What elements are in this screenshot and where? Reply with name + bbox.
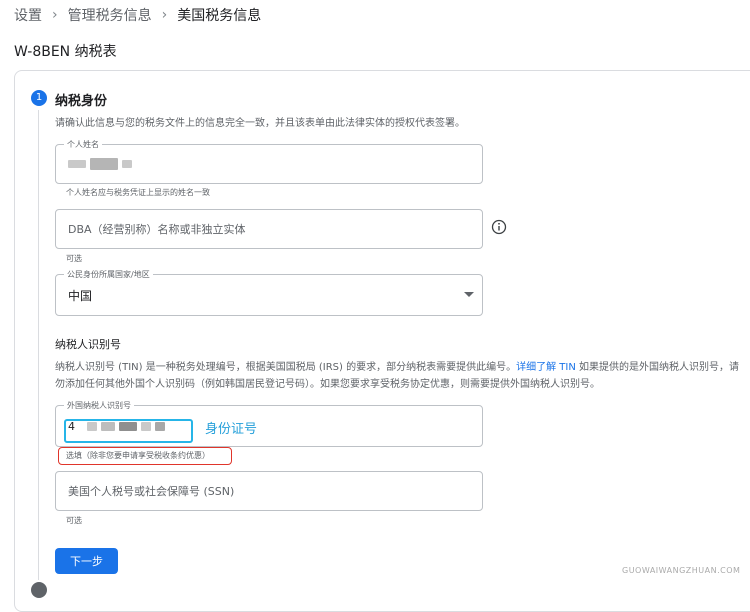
chevron-right-icon: › [52, 7, 58, 23]
page-title: W-8BEN 纳税表 [14, 44, 117, 60]
dba-field[interactable]: DBA（经营别称）名称或非独立实体 [55, 209, 483, 249]
step-number-badge: 1 [31, 90, 47, 106]
chevron-right-icon: › [161, 7, 168, 23]
watermark: GUOWAIWANGZHUAN.COM [622, 566, 741, 575]
id-number-annotation: 身份证号 [205, 422, 258, 437]
name-field[interactable]: 个人姓名 [55, 139, 483, 184]
breadcrumb: 设置 › 管理税务信息 › 美国税务信息 [14, 5, 261, 25]
dba-helper-text: 可选 [66, 254, 82, 263]
step-title: 纳税身份 [55, 94, 108, 109]
next-step-indicator [31, 582, 47, 598]
optional-note-highlight-box [58, 447, 232, 465]
breadcrumb-manage-tax-info[interactable]: 管理税务信息 [68, 5, 152, 25]
name-helper-text: 个人姓名应与税务凭证上显示的姓名一致 [66, 188, 210, 197]
ssn-helper-text: 可选 [66, 516, 82, 525]
step-connector-line [38, 110, 39, 580]
ssn-field[interactable]: 美国个人税号或社会保障号 (SSN) [55, 471, 483, 511]
breadcrumb-us-tax-info: 美国税务信息 [177, 8, 262, 24]
dropdown-arrow-icon [464, 292, 474, 297]
name-field-value-redacted [68, 145, 136, 183]
next-button[interactable]: 下一步 [55, 548, 118, 574]
tin-section-description: 纳税人识别号 (TIN) 是一种税务处理编号，根据美国国税局 (IRS) 的要求… [55, 359, 745, 393]
step-description: 请确认此信息与您的税务文件上的信息完全一致，并且该表单由此法律实体的授权代表签署… [55, 118, 465, 129]
id-number-highlight-box [64, 419, 193, 443]
country-dropdown[interactable]: 公民身份所属国家/地区 中国 [55, 269, 483, 316]
country-value: 中国 [68, 288, 93, 303]
learn-more-tin-link[interactable]: 详细了解 TIN [516, 362, 576, 373]
breadcrumb-settings[interactable]: 设置 [14, 5, 42, 25]
ssn-placeholder: 美国个人税号或社会保障号 (SSN) [68, 485, 235, 498]
tin-section-title: 纳税人识别号 [55, 338, 121, 351]
info-icon[interactable] [491, 219, 507, 235]
tin-desc-text-1: 纳税人识别号 (TIN) 是一种税务处理编号，根据美国国税局 (IRS) 的要求… [55, 362, 517, 373]
dba-placeholder: DBA（经营别称）名称或非独立实体 [68, 223, 246, 236]
